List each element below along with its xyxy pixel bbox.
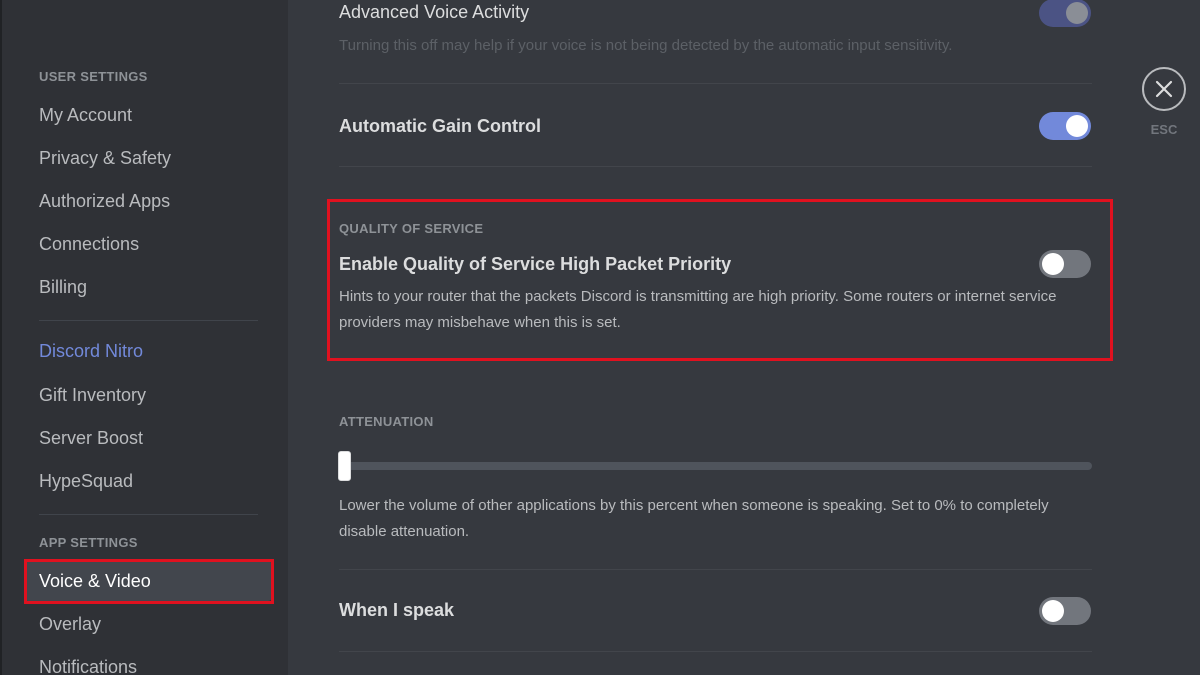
sidebar-item-authorized-apps[interactable]: Authorized Apps	[24, 181, 272, 221]
toggle-knob	[1066, 115, 1088, 137]
settings-sidebar: USER SETTINGS My Account Privacy & Safet…	[0, 0, 288, 675]
close-icon	[1155, 80, 1173, 98]
automatic-gain-control-title: Automatic Gain Control	[339, 116, 541, 136]
app-settings-header: APP SETTINGS	[39, 535, 138, 550]
attenuation-slider-handle[interactable]	[338, 451, 351, 481]
sidebar-item-connections[interactable]: Connections	[24, 224, 272, 264]
voice-video-settings: Advanced Voice Activity Turning this off…	[288, 0, 1200, 675]
sidebar-item-privacy-safety[interactable]: Privacy & Safety	[24, 138, 272, 178]
attenuation-description: Lower the volume of other applications b…	[339, 497, 1049, 540]
esc-label: ESC	[1150, 122, 1178, 137]
section-divider	[339, 83, 1092, 84]
attenuation-slider-track[interactable]	[339, 462, 1092, 470]
sidebar-item-notifications[interactable]: Notifications	[24, 647, 272, 675]
qos-description: Hints to your router that the packets Di…	[339, 288, 1057, 331]
qos-high-packet-priority-toggle[interactable]	[1039, 250, 1091, 278]
toggle-knob	[1042, 253, 1064, 275]
when-i-speak-title: When I speak	[339, 600, 455, 620]
when-i-speak-toggle[interactable]	[1039, 597, 1091, 625]
qos-high-packet-priority-title: Enable Quality of Service High Packet Pr…	[339, 254, 732, 274]
quality-of-service-label: QUALITY OF SERVICE	[339, 221, 484, 236]
advanced-voice-activity-toggle[interactable]	[1039, 0, 1091, 27]
advanced-voice-activity-title: Advanced Voice Activity	[339, 2, 530, 22]
toggle-knob	[1042, 600, 1064, 622]
section-divider	[339, 166, 1092, 167]
user-settings-header: USER SETTINGS	[39, 69, 148, 84]
attenuation-label: ATTENUATION	[339, 414, 434, 429]
sidebar-item-billing[interactable]: Billing	[24, 267, 272, 307]
sidebar-item-gift-inventory[interactable]: Gift Inventory	[24, 375, 272, 415]
sidebar-item-discord-nitro[interactable]: Discord Nitro	[24, 331, 272, 371]
sidebar-divider	[39, 514, 258, 515]
sidebar-edge	[0, 0, 2, 675]
close-settings-button[interactable]	[1142, 67, 1186, 111]
sidebar-item-hypesquad[interactable]: HypeSquad	[24, 461, 272, 501]
advanced-voice-activity-description: Turning this off may help if your voice …	[339, 37, 953, 54]
toggle-knob	[1066, 2, 1088, 24]
sidebar-item-overlay[interactable]: Overlay	[24, 604, 272, 644]
section-divider	[339, 569, 1092, 570]
sidebar-item-voice-video[interactable]: Voice & Video	[24, 561, 272, 601]
settings-window: USER SETTINGS My Account Privacy & Safet…	[0, 0, 1200, 675]
sidebar-item-my-account[interactable]: My Account	[24, 95, 272, 135]
automatic-gain-control-toggle[interactable]	[1039, 112, 1091, 140]
sidebar-divider	[39, 320, 258, 321]
section-divider	[339, 651, 1092, 652]
sidebar-item-server-boost[interactable]: Server Boost	[24, 418, 272, 458]
